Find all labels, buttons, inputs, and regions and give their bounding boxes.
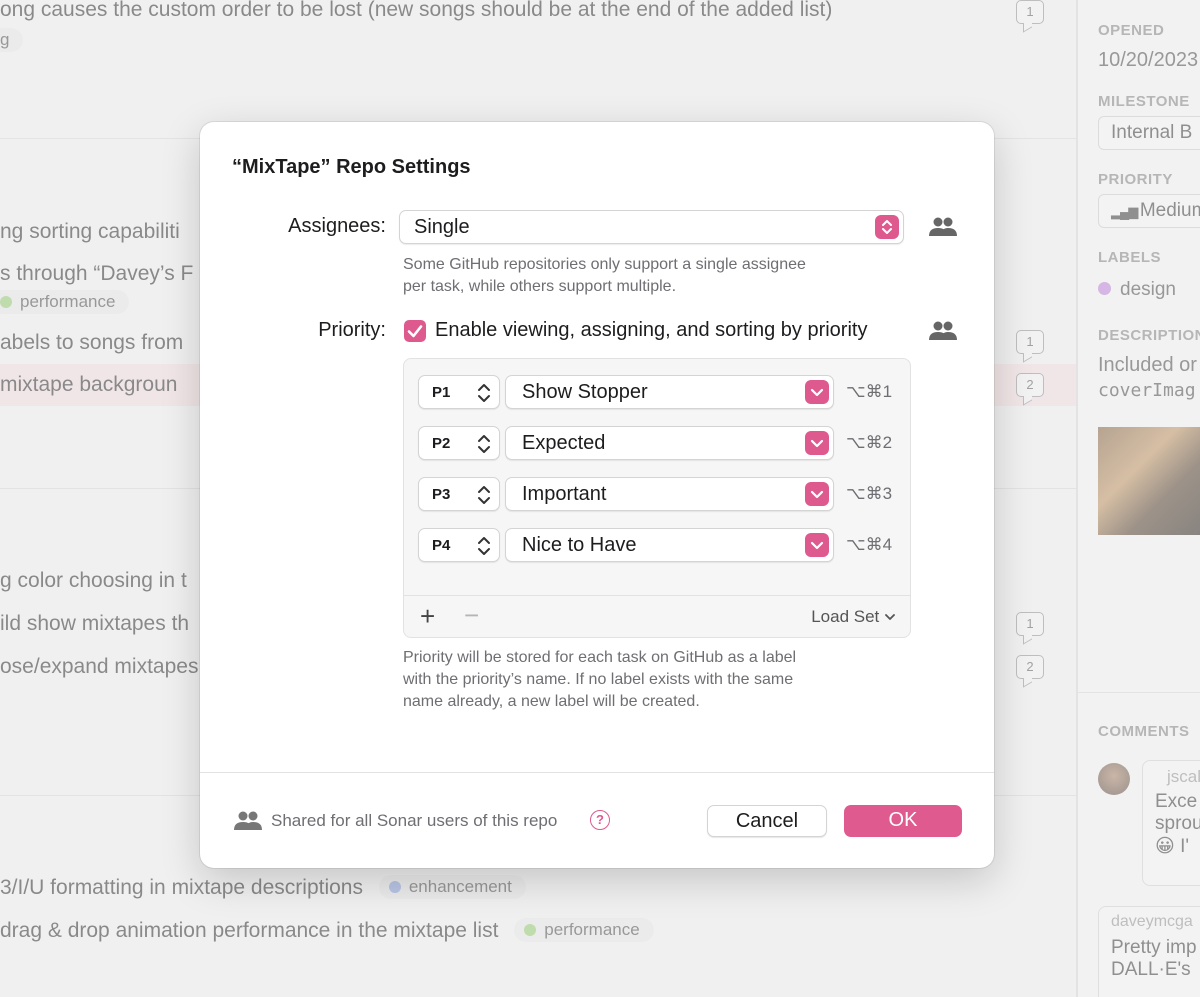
dialog-footer-divider (200, 772, 994, 773)
ok-button[interactable]: OK (844, 805, 962, 837)
chevron-down-icon (805, 482, 829, 506)
up-down-chevron-icon (478, 537, 490, 555)
assignees-help: Some GitHub repositories only support a … (403, 256, 806, 295)
priority-name-select[interactable]: Expected (505, 426, 834, 460)
priority-name-select[interactable]: Nice to Have (505, 528, 834, 562)
priority-code-stepper[interactable]: P1 (418, 375, 500, 409)
priority-name-select[interactable]: Show Stopper (505, 375, 834, 409)
priority-shortcut: ⌥⌘2 (846, 433, 893, 452)
up-down-chevron-icon (478, 384, 490, 402)
cancel-button[interactable]: Cancel (707, 805, 827, 837)
help-icon[interactable]: ? (590, 810, 610, 830)
up-down-chevron-icon (875, 215, 899, 239)
priority-help: Priority will be stored for each task on… (403, 649, 797, 710)
priority-enable-checkbox[interactable] (404, 320, 426, 342)
priority-name-select[interactable]: Important (505, 477, 834, 511)
repo-settings-dialog: “MixTape” Repo Settings Assignees: Singl… (200, 122, 994, 868)
checkmark-icon (407, 325, 423, 338)
chevron-down-icon (805, 431, 829, 455)
up-down-chevron-icon (478, 435, 490, 453)
priority-code-stepper[interactable]: P4 (418, 528, 500, 562)
shared-note: Shared for all Sonar users of this repo (271, 811, 558, 830)
chevron-down-icon (805, 380, 829, 404)
assignees-label: Assignees: (288, 215, 386, 237)
priority-enable-label[interactable]: Enable viewing, assigning, and sorting b… (435, 319, 867, 342)
up-down-chevron-icon (478, 486, 490, 504)
priority-shortcut: ⌥⌘1 (846, 382, 893, 401)
assignees-select[interactable]: Single (399, 210, 904, 244)
priority-shortcut: ⌥⌘4 (846, 535, 893, 554)
add-priority-button[interactable]: + (420, 603, 435, 629)
priority-label: Priority: (318, 319, 386, 341)
shared-users-icon (233, 810, 263, 832)
priority-list-toolbar: + − Load Set (404, 595, 910, 637)
load-set-button[interactable]: Load Set (811, 607, 896, 627)
priority-shortcut: ⌥⌘3 (846, 484, 893, 503)
remove-priority-button[interactable]: − (464, 602, 479, 628)
shared-users-icon (928, 216, 958, 238)
chevron-down-icon (805, 533, 829, 557)
chevron-down-icon (885, 614, 895, 620)
dialog-title: “MixTape” Repo Settings (232, 156, 471, 178)
priority-code-stepper[interactable]: P3 (418, 477, 500, 511)
priority-code-stepper[interactable]: P2 (418, 426, 500, 460)
priority-list: P1 Show Stopper ⌥⌘1 P2 Expected ⌥⌘2 P3 I… (403, 358, 911, 638)
shared-users-icon (928, 320, 958, 342)
